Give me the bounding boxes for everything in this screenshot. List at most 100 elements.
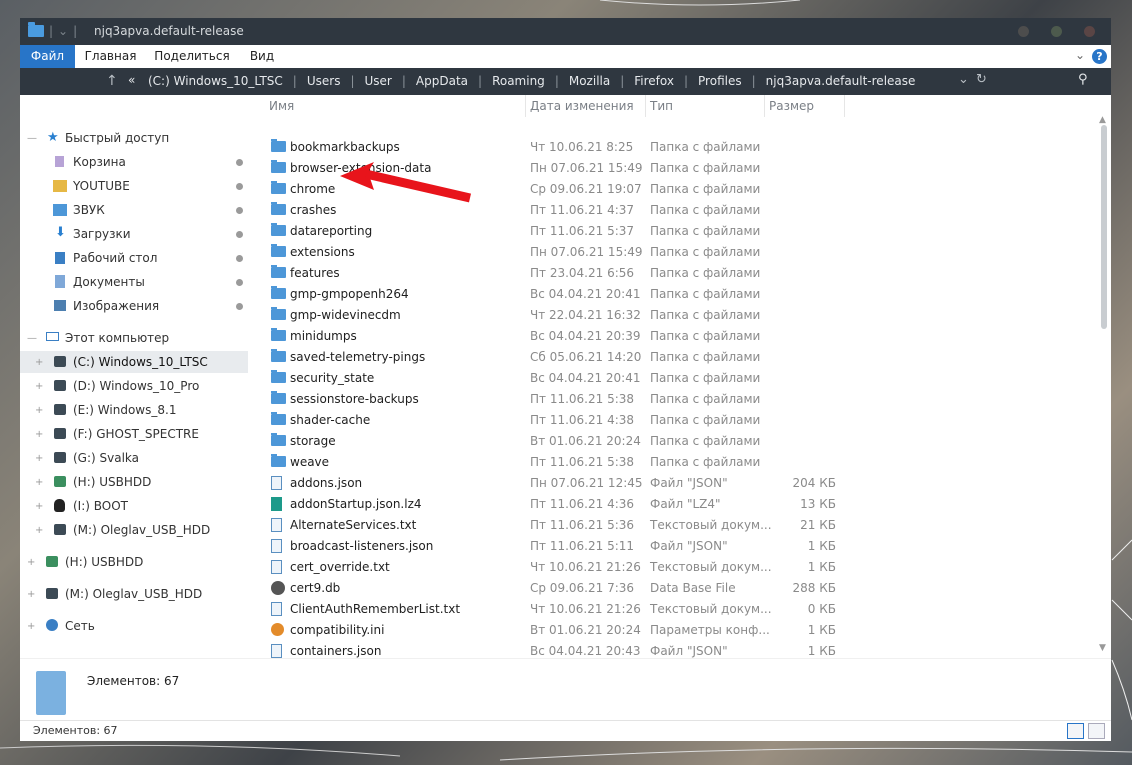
search-icon[interactable]: ⚲ xyxy=(1078,72,1088,87)
pin-icon[interactable] xyxy=(236,278,243,286)
large-icons-view-icon[interactable] xyxy=(1088,723,1105,739)
vertical-scrollbar[interactable]: ▲ ▼ xyxy=(1097,95,1111,658)
file-row[interactable]: compatibility.ini Вт 01.06.21 20:24 Параме… xyxy=(261,620,1091,641)
file-row[interactable]: cert_override.txt Чт 10.06.21 21:26 Тексто… xyxy=(261,557,1091,578)
minimize-button[interactable] xyxy=(1018,26,1029,37)
file-row[interactable]: features Пт 23.04.21 6:56 Папка с файлами xyxy=(261,263,1091,284)
nav-drive-h[interactable]: + (H:) USBHDD xyxy=(20,471,260,493)
column-divider[interactable] xyxy=(764,95,765,117)
expand-icon[interactable]: + xyxy=(35,453,43,464)
details-view-icon[interactable] xyxy=(1067,723,1084,739)
column-header-type[interactable]: Тип xyxy=(650,95,673,117)
expand-icon[interactable]: + xyxy=(27,557,35,568)
pin-icon[interactable] xyxy=(236,158,243,166)
help-icon[interactable]: ? xyxy=(1092,49,1107,64)
expand-ribbon-icon[interactable]: ⌄ xyxy=(1075,48,1085,62)
maximize-button[interactable] xyxy=(1051,26,1062,37)
chevron-down-icon[interactable]: ⌄ xyxy=(58,24,68,38)
breadcrumb-item[interactable]: AppData xyxy=(416,74,468,88)
collapse-icon[interactable]: — xyxy=(27,133,37,144)
expand-icon[interactable]: + xyxy=(35,477,43,488)
breadcrumb-item[interactable]: Roaming xyxy=(492,74,545,88)
file-row[interactable]: addons.json Пн 07.06.21 12:45 Файл "JSON" 2… xyxy=(261,473,1091,494)
column-divider[interactable] xyxy=(525,95,526,117)
file-row[interactable]: broadcast-listeners.json Пт 11.06.21 5:11… xyxy=(261,536,1091,557)
breadcrumb-item[interactable]: njq3apva.default-release xyxy=(766,74,916,88)
pin-icon[interactable] xyxy=(236,182,243,190)
nav-item-downloads[interactable]: ⬇ Загрузки xyxy=(20,223,260,245)
column-header-date[interactable]: Дата изменения xyxy=(530,95,634,117)
file-row[interactable]: gmp-widevinecdm Чт 22.04.21 16:32 Папка с … xyxy=(261,305,1091,326)
tab-view[interactable]: Вид xyxy=(240,45,284,68)
nav-drive-f[interactable]: + (F:) GHOST_SPECTRE xyxy=(20,423,260,445)
nav-usbhdd[interactable]: + (H:) USBHDD xyxy=(20,551,260,573)
file-row[interactable]: shader-cache Пт 11.06.21 4:38 Папка с файл… xyxy=(261,410,1091,431)
up-arrow-icon[interactable]: ↑ xyxy=(106,73,118,89)
refresh-icon[interactable]: ↻ xyxy=(976,72,987,87)
file-row[interactable]: datareporting Пт 11.06.21 5:37 Папка с фай… xyxy=(261,221,1091,242)
tab-home[interactable]: Главная xyxy=(78,45,143,68)
tab-share[interactable]: Поделиться xyxy=(150,45,234,68)
column-header-size[interactable]: Размер xyxy=(769,95,814,117)
expand-icon[interactable]: + xyxy=(35,429,43,440)
expand-icon[interactable]: + xyxy=(35,525,43,536)
collapse-icon[interactable]: — xyxy=(27,333,37,344)
pin-icon[interactable] xyxy=(236,254,243,262)
expand-icon[interactable]: + xyxy=(35,381,43,392)
file-row[interactable]: addonStartup.json.lz4 Пт 11.06.21 4:36 Фай… xyxy=(261,494,1091,515)
address-bar[interactable]: ↑ « (C:) Windows_10_LTSC | Users | User | A… xyxy=(20,68,1111,95)
column-header-name[interactable]: Имя xyxy=(269,95,294,117)
breadcrumb-item[interactable]: Profiles xyxy=(698,74,742,88)
expand-icon[interactable]: + xyxy=(35,405,43,416)
nav-drive-e[interactable]: + (E:) Windows_8.1 xyxy=(20,399,260,421)
nav-drive-c[interactable]: + (C:) Windows_10_LTSC xyxy=(20,351,248,373)
file-row[interactable]: ClientAuthRememberList.txt Чт 10.06.21 21… xyxy=(261,599,1091,620)
column-divider[interactable] xyxy=(645,95,646,117)
file-row[interactable]: sessionstore-backups Пт 11.06.21 5:38 Папк… xyxy=(261,389,1091,410)
scrollbar-thumb[interactable] xyxy=(1101,125,1107,329)
nav-network[interactable]: + Сеть xyxy=(20,615,260,637)
file-row[interactable]: cert9.db Ср 09.06.21 7:36 Data Base File 28… xyxy=(261,578,1091,599)
pin-icon[interactable] xyxy=(236,302,243,310)
nav-item-documents[interactable]: Документы xyxy=(20,271,260,293)
file-row[interactable]: weave Пт 11.06.21 5:38 Папка с файлами xyxy=(261,452,1091,473)
expand-icon[interactable]: + xyxy=(35,357,43,368)
nav-drive-d[interactable]: + (D:) Windows_10_Pro xyxy=(20,375,260,397)
nav-this-pc[interactable]: — Этот компьютер xyxy=(20,327,260,349)
file-row[interactable]: containers.json Вс 04.04.21 20:43 Файл "JS… xyxy=(261,641,1091,658)
breadcrumb-item[interactable]: Mozilla xyxy=(569,74,610,88)
file-row[interactable]: storage Вт 01.06.21 20:24 Папка с файлами xyxy=(261,431,1091,452)
overflow-chevron-icon[interactable]: « xyxy=(128,73,135,87)
file-row[interactable]: extensions Пн 07.06.21 15:49 Папка с файла… xyxy=(261,242,1091,263)
nav-drive-g[interactable]: + (G:) Svalka xyxy=(20,447,260,469)
nav-item-desktop[interactable]: Рабочий стол xyxy=(20,247,260,269)
file-row[interactable]: AlternateServices.txt Пт 11.06.21 5:36 Тек… xyxy=(261,515,1091,536)
expand-icon[interactable]: + xyxy=(35,501,43,512)
scroll-up-icon[interactable]: ▲ xyxy=(1099,115,1106,125)
tab-file[interactable]: Файл xyxy=(20,45,75,68)
nav-drive-m[interactable]: + (M:) Oleglav_USB_HDD xyxy=(20,519,260,541)
nav-item-youtube[interactable]: YOUTUBE xyxy=(20,175,260,197)
breadcrumb-item[interactable]: Users xyxy=(307,74,341,88)
nav-drive-i[interactable]: + (I:) BOOT xyxy=(20,495,260,517)
breadcrumb-item[interactable]: (C:) Windows_10_LTSC xyxy=(148,74,283,88)
file-row[interactable]: saved-telemetry-pings Сб 05.06.21 14:20 Па… xyxy=(261,347,1091,368)
expand-icon[interactable]: + xyxy=(27,589,35,600)
pin-icon[interactable] xyxy=(236,206,243,214)
nav-quick-access[interactable]: — ★ Быстрый доступ xyxy=(20,127,260,149)
file-row[interactable]: bookmarkbackups Чт 10.06.21 8:25 Папка с ф… xyxy=(261,137,1091,158)
history-dropdown-icon[interactable]: ⌄ xyxy=(958,72,969,87)
close-button[interactable] xyxy=(1084,26,1095,37)
scroll-down-icon[interactable]: ▼ xyxy=(1099,643,1106,653)
pin-icon[interactable] xyxy=(236,230,243,238)
breadcrumb-item[interactable]: User xyxy=(365,74,392,88)
nav-item-pictures[interactable]: Изображения xyxy=(20,295,260,317)
file-row[interactable]: minidumps Вс 04.04.21 20:39 Папка с файлам… xyxy=(261,326,1091,347)
nav-item-recycle[interactable]: Корзина xyxy=(20,151,260,173)
expand-icon[interactable]: + xyxy=(27,621,35,632)
file-row[interactable]: security_state Вс 04.04.21 20:41 Папка с ф… xyxy=(261,368,1091,389)
column-divider[interactable] xyxy=(844,95,845,117)
nav-oleglav[interactable]: + (M:) Oleglav_USB_HDD xyxy=(20,583,260,605)
breadcrumb-item[interactable]: Firefox xyxy=(634,74,674,88)
nav-item-sound[interactable]: ЗВУК xyxy=(20,199,260,221)
